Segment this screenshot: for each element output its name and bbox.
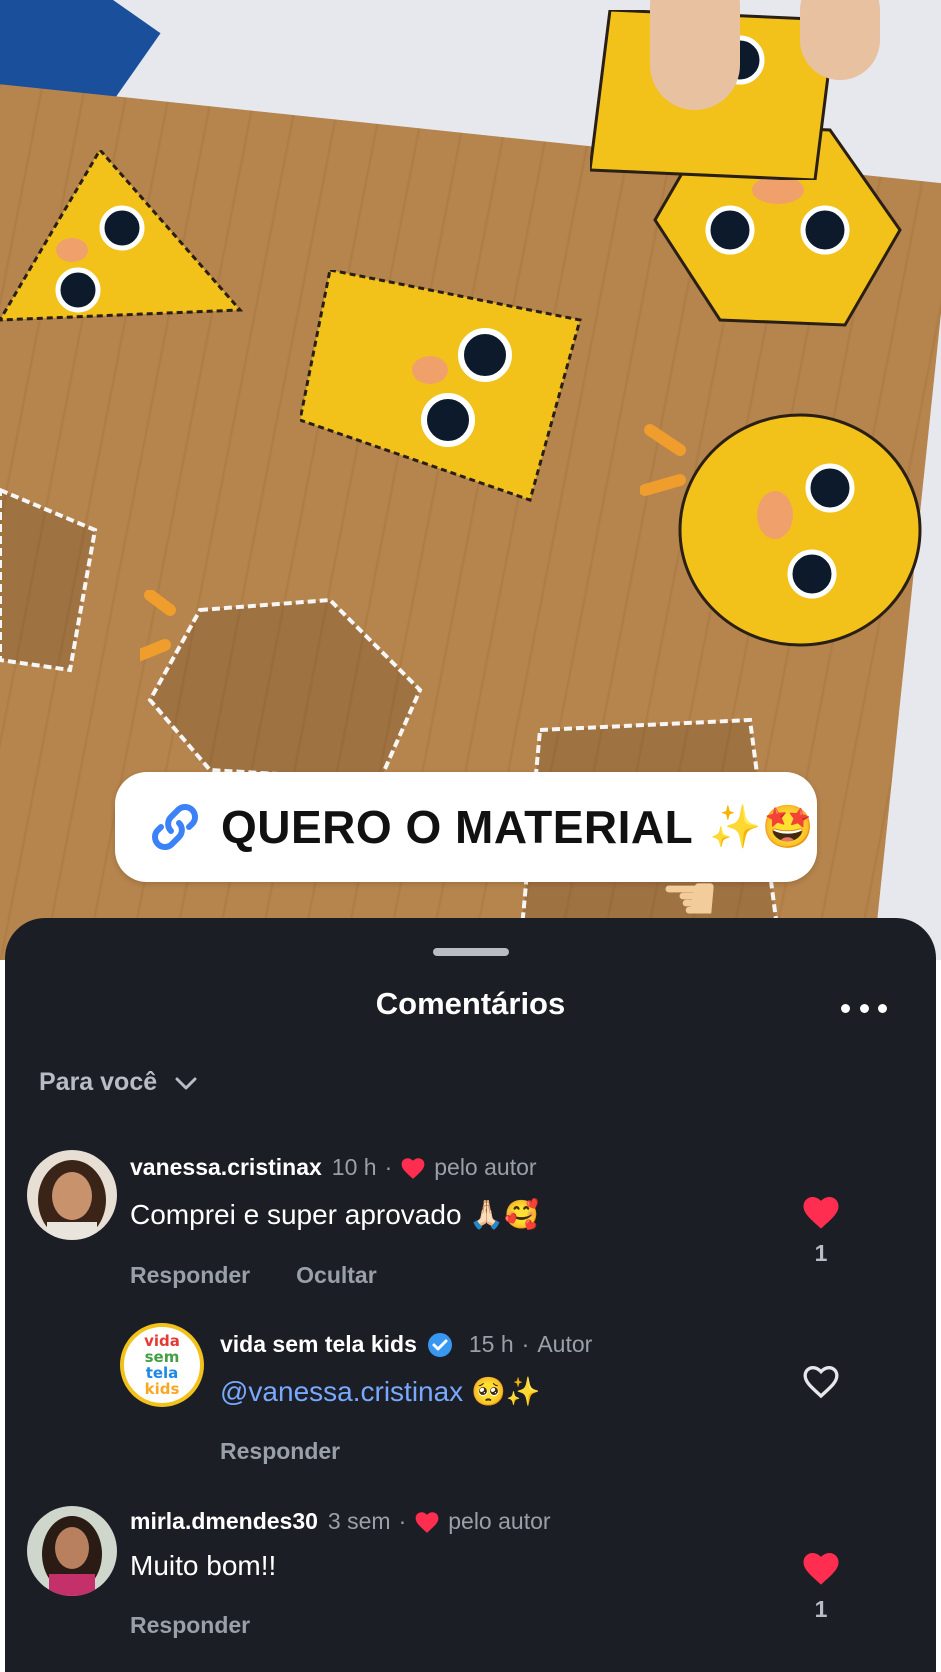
dot-icon (859, 1004, 869, 1013)
avatar-text: tela (145, 1364, 179, 1382)
dot-icon (841, 1004, 850, 1013)
hexagon-hole (140, 590, 423, 783)
author-tag: Autor (537, 1331, 593, 1357)
avatar-text: vida (144, 1332, 180, 1350)
shape-hole (0, 487, 98, 673)
comment-time: 15 h (468, 1331, 514, 1357)
dot-icon (878, 1004, 887, 1013)
comment-username[interactable]: mirla.dmendes30 (130, 1508, 318, 1535)
more-options-button[interactable] (841, 1004, 887, 1018)
reply-button[interactable]: Responder (130, 1262, 250, 1289)
like-heart-outline-icon[interactable] (801, 1361, 841, 1401)
avatar-text: kids (144, 1380, 180, 1398)
comment-username[interactable]: vida sem tela kids (220, 1331, 417, 1358)
comment-username[interactable]: vanessa.cristinax (130, 1154, 322, 1181)
liked-by-author-tag: pelo autor (434, 1154, 537, 1180)
sheet-title: Comentários (375, 986, 566, 1021)
avatar[interactable]: vida sem tela kids (120, 1323, 204, 1407)
square-piece (300, 270, 582, 502)
like-heart-filled-icon[interactable] (801, 1548, 841, 1588)
link-icon (152, 804, 198, 850)
hide-button[interactable]: Ocultar (296, 1262, 377, 1289)
chevron-down-icon (175, 1077, 197, 1089)
comment-text: Muito bom!! (130, 1550, 277, 1581)
post-photo[interactable]: QUERO O MATERIAL ✨🤩 ☚ (0, 0, 941, 960)
filter-label: Para você (39, 1068, 158, 1096)
reply-item: vida sem tela kids vida sem tela kids 15… (5, 1323, 936, 1473)
avatar[interactable] (27, 1150, 117, 1240)
screen: QUERO O MATERIAL ✨🤩 ☚ Comentários Para v… (0, 0, 941, 1672)
like-heart-filled-icon[interactable] (801, 1192, 841, 1232)
circle-piece (640, 413, 922, 647)
comment-filter-dropdown[interactable]: Para você (39, 1068, 199, 1097)
mention-link[interactable]: @vanessa.cristinax (220, 1376, 463, 1407)
separator-dot: · (398, 1508, 407, 1534)
avatar[interactable] (27, 1506, 117, 1596)
hand (800, 0, 880, 80)
comment-item: mirla.dmendes30 3 sem · pelo autor Muito… (5, 1506, 936, 1656)
link-sticker-emoji: ✨🤩 (709, 802, 814, 851)
like-count: 1 (814, 1596, 828, 1622)
hand (650, 0, 740, 110)
comment-time: 10 h (331, 1154, 377, 1180)
avatar-text: sem (144, 1348, 180, 1366)
heart-filled-icon (401, 1157, 425, 1179)
verified-badge-icon (427, 1332, 452, 1357)
like-count: 1 (814, 1240, 828, 1266)
separator-dot: · (521, 1331, 530, 1357)
comment-text: Comprei e super aprovado 🙏🏻🥰 (130, 1199, 540, 1230)
reply-button[interactable]: Responder (220, 1438, 340, 1465)
comment-text: 🥺✨ (470, 1375, 541, 1408)
link-sticker-label: QUERO O MATERIAL (221, 801, 694, 853)
sheet-grab-handle[interactable] (433, 948, 509, 956)
comments-sheet: Comentários Para você vanessa.cristinax … (5, 918, 936, 1672)
heart-filled-icon (415, 1511, 439, 1533)
comment-item: vanessa.cristinax 10 h · pelo autor Comp… (5, 1150, 936, 1300)
comment-time: 3 sem (327, 1508, 391, 1534)
comment-text-container: @vanessa.cristinax 🥺✨ (220, 1375, 541, 1408)
reply-button[interactable]: Responder (130, 1612, 250, 1639)
liked-by-author-tag: pelo autor (448, 1508, 551, 1534)
separator-dot: · (384, 1154, 393, 1180)
triangle-piece (0, 150, 244, 322)
